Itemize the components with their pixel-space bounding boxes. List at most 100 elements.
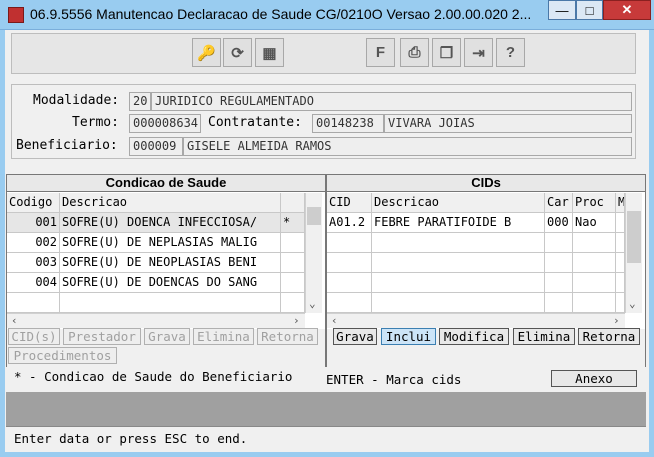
table-row-descricao[interactable]: SOFRE(U) DOENCA INFECCIOSA/ bbox=[60, 213, 281, 233]
grava-button[interactable]: Grava bbox=[144, 328, 190, 345]
copy-icon[interactable]: ❐ bbox=[432, 38, 461, 67]
termo-label: Termo: bbox=[72, 115, 119, 130]
table-row-empty[interactable] bbox=[372, 233, 545, 253]
table-row-descricao[interactable]: SOFRE(U) DE NEPLASIAS MALIG bbox=[60, 233, 281, 253]
contratante-code-field[interactable]: 00148238 bbox=[312, 114, 384, 133]
col-descricao-header[interactable]: Descricao bbox=[60, 193, 281, 213]
elimina-button[interactable]: Elimina bbox=[193, 328, 254, 345]
cids-button[interactable]: CID(s) bbox=[8, 328, 60, 345]
scroll-down-icon[interactable]: ⌄ bbox=[629, 297, 636, 310]
table-row-empty[interactable] bbox=[327, 253, 372, 273]
col-cid-header[interactable]: CID bbox=[327, 193, 372, 213]
table-row-empty[interactable] bbox=[573, 273, 616, 293]
anexo-button[interactable]: Anexo bbox=[551, 370, 637, 387]
table-row-flag[interactable] bbox=[281, 273, 305, 293]
vertical-scrollbar[interactable]: ⌄ bbox=[305, 193, 322, 313]
minimize-button[interactable]: — bbox=[548, 0, 576, 20]
cid-row-m[interactable] bbox=[616, 213, 625, 233]
table-row-empty[interactable] bbox=[616, 293, 625, 313]
toolbar bbox=[11, 33, 636, 74]
search-key-icon[interactable]: 🔑 bbox=[192, 38, 221, 67]
col-codigo-header[interactable]: Codigo bbox=[7, 193, 60, 213]
table-row-empty[interactable] bbox=[616, 273, 625, 293]
cid-modifica-button[interactable]: Modifica bbox=[439, 328, 509, 345]
scroll-left-icon[interactable]: ‹ bbox=[11, 314, 18, 327]
contratante-label: Contratante: bbox=[208, 115, 302, 130]
window-title: 06.9.5556 Manutencao Declaracao de Saude… bbox=[30, 6, 532, 22]
table-row-empty[interactable] bbox=[327, 293, 372, 313]
condicao-title: Condicao de Saude bbox=[7, 175, 325, 192]
col-descricao-header[interactable]: Descricao bbox=[372, 193, 545, 213]
table-row-empty[interactable] bbox=[327, 273, 372, 293]
form-icon[interactable]: F bbox=[366, 38, 395, 67]
beneficiario-name-field: GISELE ALMEIDA RAMOS bbox=[183, 137, 632, 156]
col-car-header[interactable]: Car bbox=[545, 193, 573, 213]
cid-retorna-button[interactable]: Retorna bbox=[578, 328, 640, 345]
col-proc-header[interactable]: Proc bbox=[573, 193, 616, 213]
help-icon[interactable]: ? bbox=[496, 38, 525, 67]
table-row-empty[interactable] bbox=[573, 233, 616, 253]
scroll-right-icon[interactable]: › bbox=[293, 314, 300, 327]
table-row-descricao[interactable]: SOFRE(U) DE DOENCAS DO SANG bbox=[60, 273, 281, 293]
app-icon bbox=[8, 7, 24, 23]
cid-row-code[interactable]: A01.2 bbox=[327, 213, 372, 233]
cid-row-descricao[interactable]: FEBRE PARATIFOIDE B bbox=[372, 213, 545, 233]
cid-row-proc[interactable]: Nao bbox=[573, 213, 616, 233]
table-row-empty[interactable] bbox=[573, 293, 616, 313]
table-row-empty[interactable] bbox=[573, 253, 616, 273]
print-icon[interactable]: ⎙ bbox=[400, 38, 429, 67]
scroll-left-icon[interactable]: ‹ bbox=[331, 314, 338, 327]
cid-elimina-button[interactable]: Elimina bbox=[513, 328, 575, 345]
horizontal-scrollbar[interactable]: ‹ › bbox=[7, 313, 305, 328]
table-row-codigo[interactable]: 003 bbox=[7, 253, 60, 273]
table-row-empty[interactable] bbox=[545, 233, 573, 253]
table-row-empty[interactable] bbox=[545, 273, 573, 293]
grid-config-icon[interactable]: ▦ bbox=[255, 38, 284, 67]
table-row-codigo[interactable]: 002 bbox=[7, 233, 60, 253]
modalidade-desc-field: JURIDICO REGULAMENTADO bbox=[151, 92, 632, 111]
cid-grava-button[interactable]: Grava bbox=[333, 328, 377, 345]
termo-field[interactable]: 000008634 bbox=[129, 114, 201, 133]
modalidade-code-field[interactable]: 20 bbox=[129, 92, 151, 111]
cids-title: CIDs bbox=[327, 175, 645, 192]
table-row-descricao[interactable]: SOFRE(U) DE NEOPLASIAS BENI bbox=[60, 253, 281, 273]
condicao-footnote: * - Condicao de Saude do Beneficiario bbox=[14, 369, 293, 384]
scroll-right-icon[interactable]: › bbox=[613, 314, 620, 327]
table-row-empty[interactable] bbox=[616, 253, 625, 273]
maximize-button[interactable]: □ bbox=[576, 0, 603, 20]
table-row-codigo[interactable]: 001 bbox=[7, 213, 60, 233]
prestador-button[interactable]: Prestador bbox=[63, 328, 141, 345]
scroll-thumb[interactable] bbox=[627, 211, 641, 263]
close-button[interactable]: ✕ bbox=[603, 0, 651, 20]
scroll-thumb[interactable] bbox=[307, 207, 321, 225]
contratante-name-field: VIVARA JOIAS bbox=[384, 114, 632, 133]
beneficiario-code-field[interactable]: 000009 bbox=[129, 137, 183, 156]
table-row-empty[interactable] bbox=[372, 293, 545, 313]
table-row-empty[interactable] bbox=[372, 253, 545, 273]
table-row-empty[interactable] bbox=[7, 293, 60, 313]
refresh-docs-icon[interactable]: ⟳ bbox=[223, 38, 252, 67]
horizontal-scrollbar[interactable]: ‹ › bbox=[327, 313, 625, 328]
exit-icon[interactable]: ⇥ bbox=[464, 38, 493, 67]
table-row-empty[interactable] bbox=[545, 293, 573, 313]
col-m-header[interactable]: M bbox=[616, 193, 625, 213]
vertical-scrollbar[interactable]: ⌄ bbox=[625, 193, 642, 313]
scroll-down-icon[interactable]: ⌄ bbox=[309, 297, 316, 310]
table-row-empty[interactable] bbox=[281, 293, 305, 313]
status-strip bbox=[6, 392, 646, 426]
table-row-empty[interactable] bbox=[60, 293, 281, 313]
table-row-flag[interactable]: * bbox=[281, 213, 305, 233]
beneficiario-label: Beneficiario: bbox=[16, 138, 118, 153]
table-row-empty[interactable] bbox=[327, 233, 372, 253]
table-row-empty[interactable] bbox=[372, 273, 545, 293]
table-row-codigo[interactable]: 004 bbox=[7, 273, 60, 293]
retorna-button[interactable]: Retorna bbox=[257, 328, 318, 345]
message-bar: Enter data or press ESC to end. bbox=[6, 426, 646, 451]
table-row-flag[interactable] bbox=[281, 253, 305, 273]
cid-inclui-button[interactable]: Inclui bbox=[381, 328, 436, 345]
table-row-empty[interactable] bbox=[616, 233, 625, 253]
table-row-empty[interactable] bbox=[545, 253, 573, 273]
procedimentos-button[interactable]: Procedimentos bbox=[8, 347, 117, 364]
table-row-flag[interactable] bbox=[281, 233, 305, 253]
cid-row-car[interactable]: 000 bbox=[545, 213, 573, 233]
